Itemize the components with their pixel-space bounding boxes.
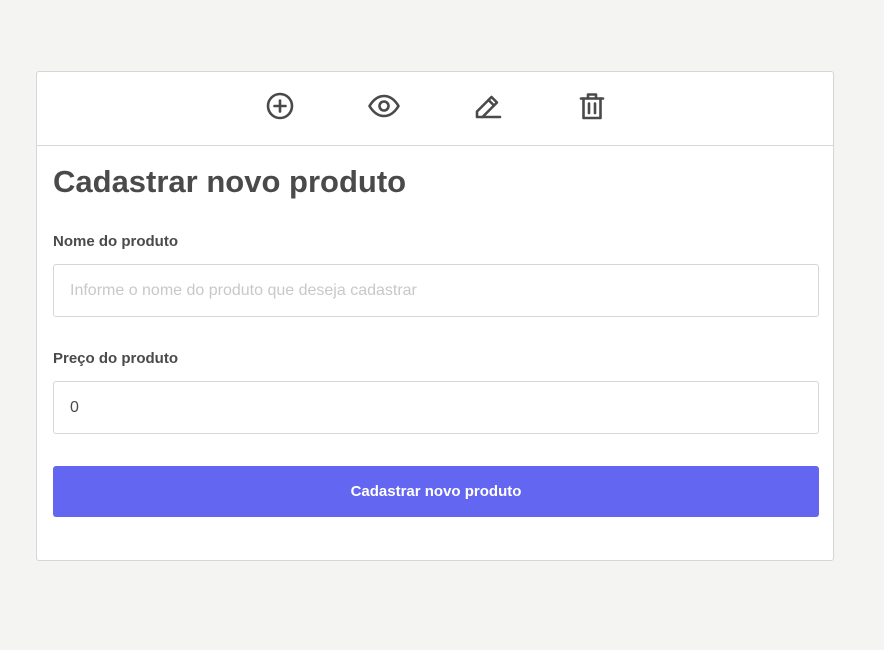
submit-button[interactable]: Cadastrar novo produto [53,466,819,517]
product-card: Cadastrar novo produto Nome do produto P… [36,71,834,561]
delete-button[interactable] [574,88,610,124]
form-section: Cadastrar novo produto Nome do produto P… [37,146,833,517]
plus-circle-icon [265,91,295,121]
toolbar [37,72,833,146]
product-price-input[interactable] [53,381,819,434]
trash-icon [577,91,607,121]
product-name-label: Nome do produto [53,233,178,250]
view-button[interactable] [366,88,402,124]
product-name-input[interactable] [53,264,819,317]
add-button[interactable] [262,88,298,124]
edit-button[interactable] [470,88,506,124]
eye-icon [367,91,401,121]
product-price-label: Preço do produto [53,350,178,367]
page-title: Cadastrar novo produto [53,164,407,199]
pencil-icon [473,91,503,121]
